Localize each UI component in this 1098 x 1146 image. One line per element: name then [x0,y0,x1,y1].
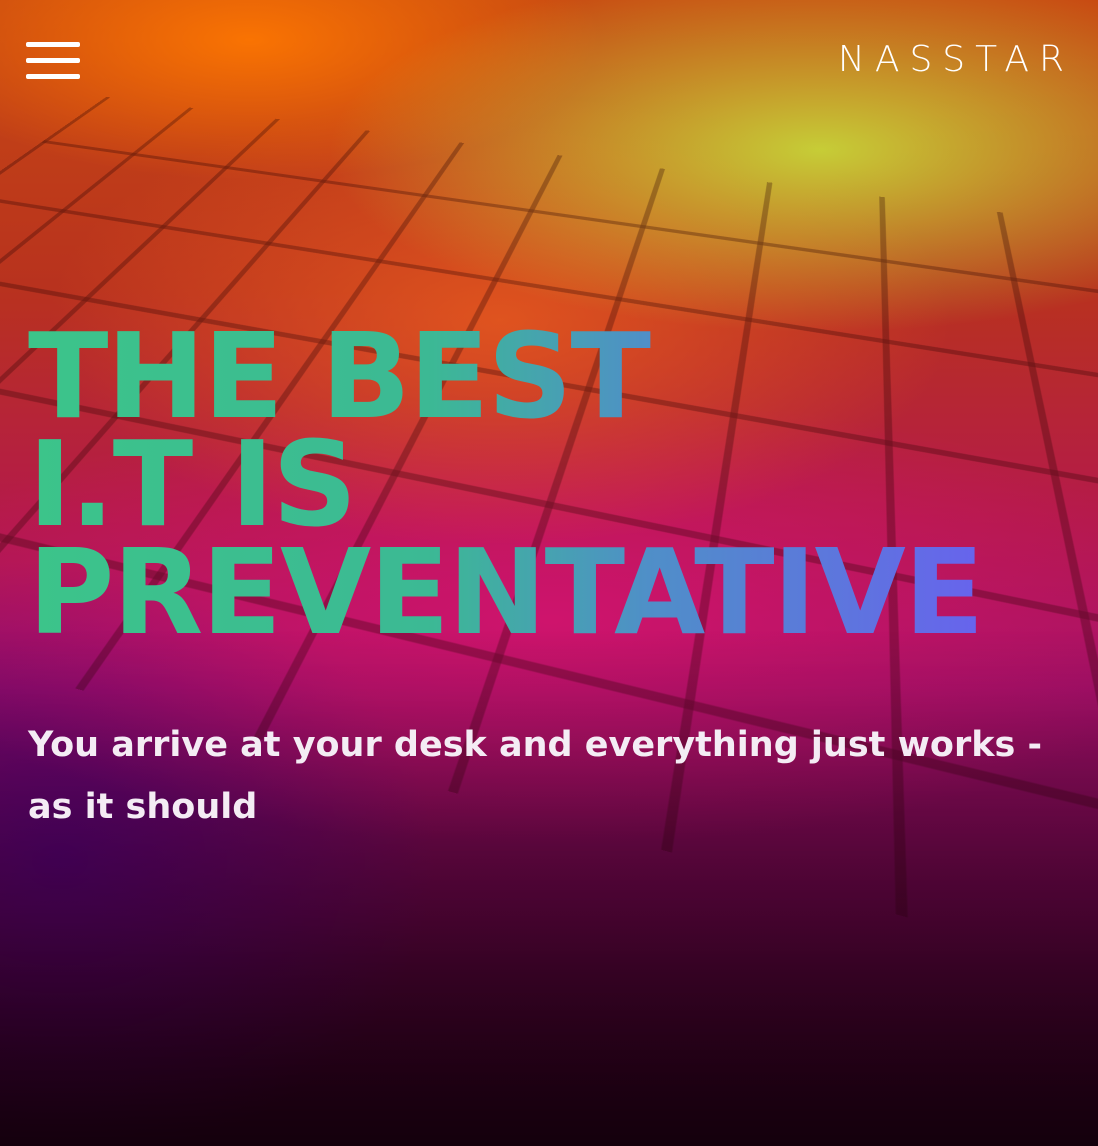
headline-line: PREVENTATIVE [28,523,984,661]
brand-logo[interactable]: NASSTAR [838,40,1074,80]
headline-line: THE BEST [28,317,982,435]
menu-bar [26,42,80,47]
menu-bar [26,58,80,63]
menu-bar [26,74,80,79]
hero-headline: THE BEST I.T IS PREVENTATIVE [28,317,984,661]
hero-subheadline: You arrive at your desk and everything j… [28,725,1043,827]
hero-section: NASSTAR THE BEST I.T IS PREVENTATIVE You… [0,0,1098,1146]
headline-line: I.T IS [28,425,982,543]
hamburger-menu-icon[interactable] [26,42,82,82]
